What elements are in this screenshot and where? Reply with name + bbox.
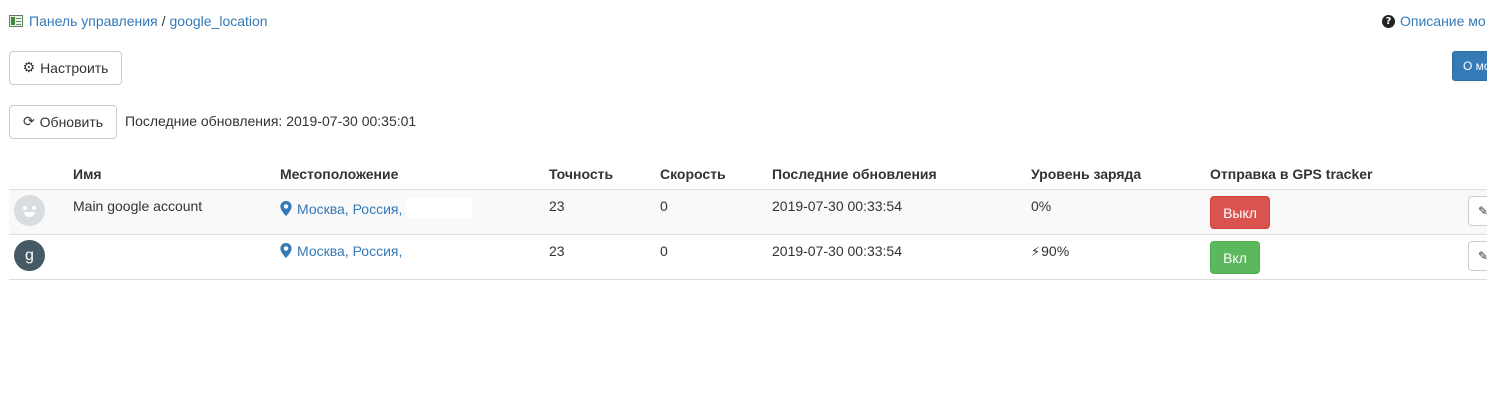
redacted-block [406,198,473,218]
location-link[interactable]: Москва, Россия, [280,198,473,218]
letter-avatar: g [14,240,45,271]
breadcrumb-root-link[interactable]: Панель управления [29,13,158,29]
module-description-label: Описание мо [1400,13,1486,29]
breadcrumb: Панель управления / google_location [9,12,268,30]
last-update-value: 2019-07-30 00:33:54 [772,243,902,259]
accuracy-value: 23 [549,243,565,259]
speed-value: 0 [660,243,668,259]
speed-value: 0 [660,198,668,214]
about-module-button[interactable]: О мо [1452,51,1487,81]
edit-button[interactable]: ✎ [1468,241,1487,271]
location-text: Москва, Россия, [297,243,403,259]
table-header: Имя Местоположение Точность Скорость Пос… [9,160,1487,190]
gps-toggle-off-button[interactable]: Выкл [1210,196,1270,229]
refresh-button[interactable]: ⟳ Обновить [9,105,117,139]
page: Панель управления / google_location ? Оп… [0,0,1487,407]
header-battery: Уровень заряда [1031,166,1142,182]
devices-table: Имя Местоположение Точность Скорость Пос… [9,160,1487,280]
charging-bolt-icon: ⚡ [1031,245,1041,260]
breadcrumb-current-link[interactable]: google_location [170,13,268,29]
pencil-icon: ✎ [1478,249,1487,263]
breadcrumb-separator: / [161,13,166,29]
gps-toggle-label: Вкл [1223,249,1247,266]
configure-button[interactable]: ⚙ Настроить [9,51,122,85]
about-module-label: О мо [1463,59,1487,73]
edit-button[interactable]: ✎ [1468,196,1487,226]
last-update-text: Последние обновления: 2019-07-30 00:35:0… [125,113,417,129]
configure-label: Настроить [40,60,109,76]
battery-value: 90% [1041,243,1070,259]
refresh-icon: ⟳ [22,114,35,130]
header-location: Местоположение [280,166,399,182]
location-link[interactable]: Москва, Россия, [280,243,402,259]
accuracy-value: 23 [549,198,565,214]
gps-toggle-label: Выкл [1223,204,1257,221]
location-text: Москва, Россия, [297,201,403,217]
header-gps: Отправка в GPS tracker [1210,166,1373,182]
module-icon [9,15,23,27]
map-marker-icon [280,201,292,216]
question-circle-icon: ? [1382,14,1395,28]
refresh-label: Обновить [39,114,104,130]
battery-value: 0% [1031,198,1052,214]
map-marker-icon [280,243,292,258]
header-accuracy: Точность [549,166,614,182]
smiley-avatar [14,195,45,226]
header-speed: Скорость [660,166,726,182]
gps-toggle-on-button[interactable]: Вкл [1210,241,1260,274]
device-name: Main google account [73,198,203,214]
gear-icon: ⚙ [22,60,36,76]
module-description-link[interactable]: ? Описание мо [1382,12,1486,30]
header-name: Имя [73,166,102,182]
battery-cell: ⚡90% [1031,243,1069,260]
last-update-value: 2019-07-30 00:33:54 [772,198,902,214]
header-last-update: Последние обновления [772,166,937,182]
table-row: g Москва, Россия, 23 0 2019-07-30 00:33:… [9,235,1487,280]
pencil-icon: ✎ [1478,204,1487,218]
table-row: Main google account Москва, Россия, 23 0… [9,190,1487,235]
